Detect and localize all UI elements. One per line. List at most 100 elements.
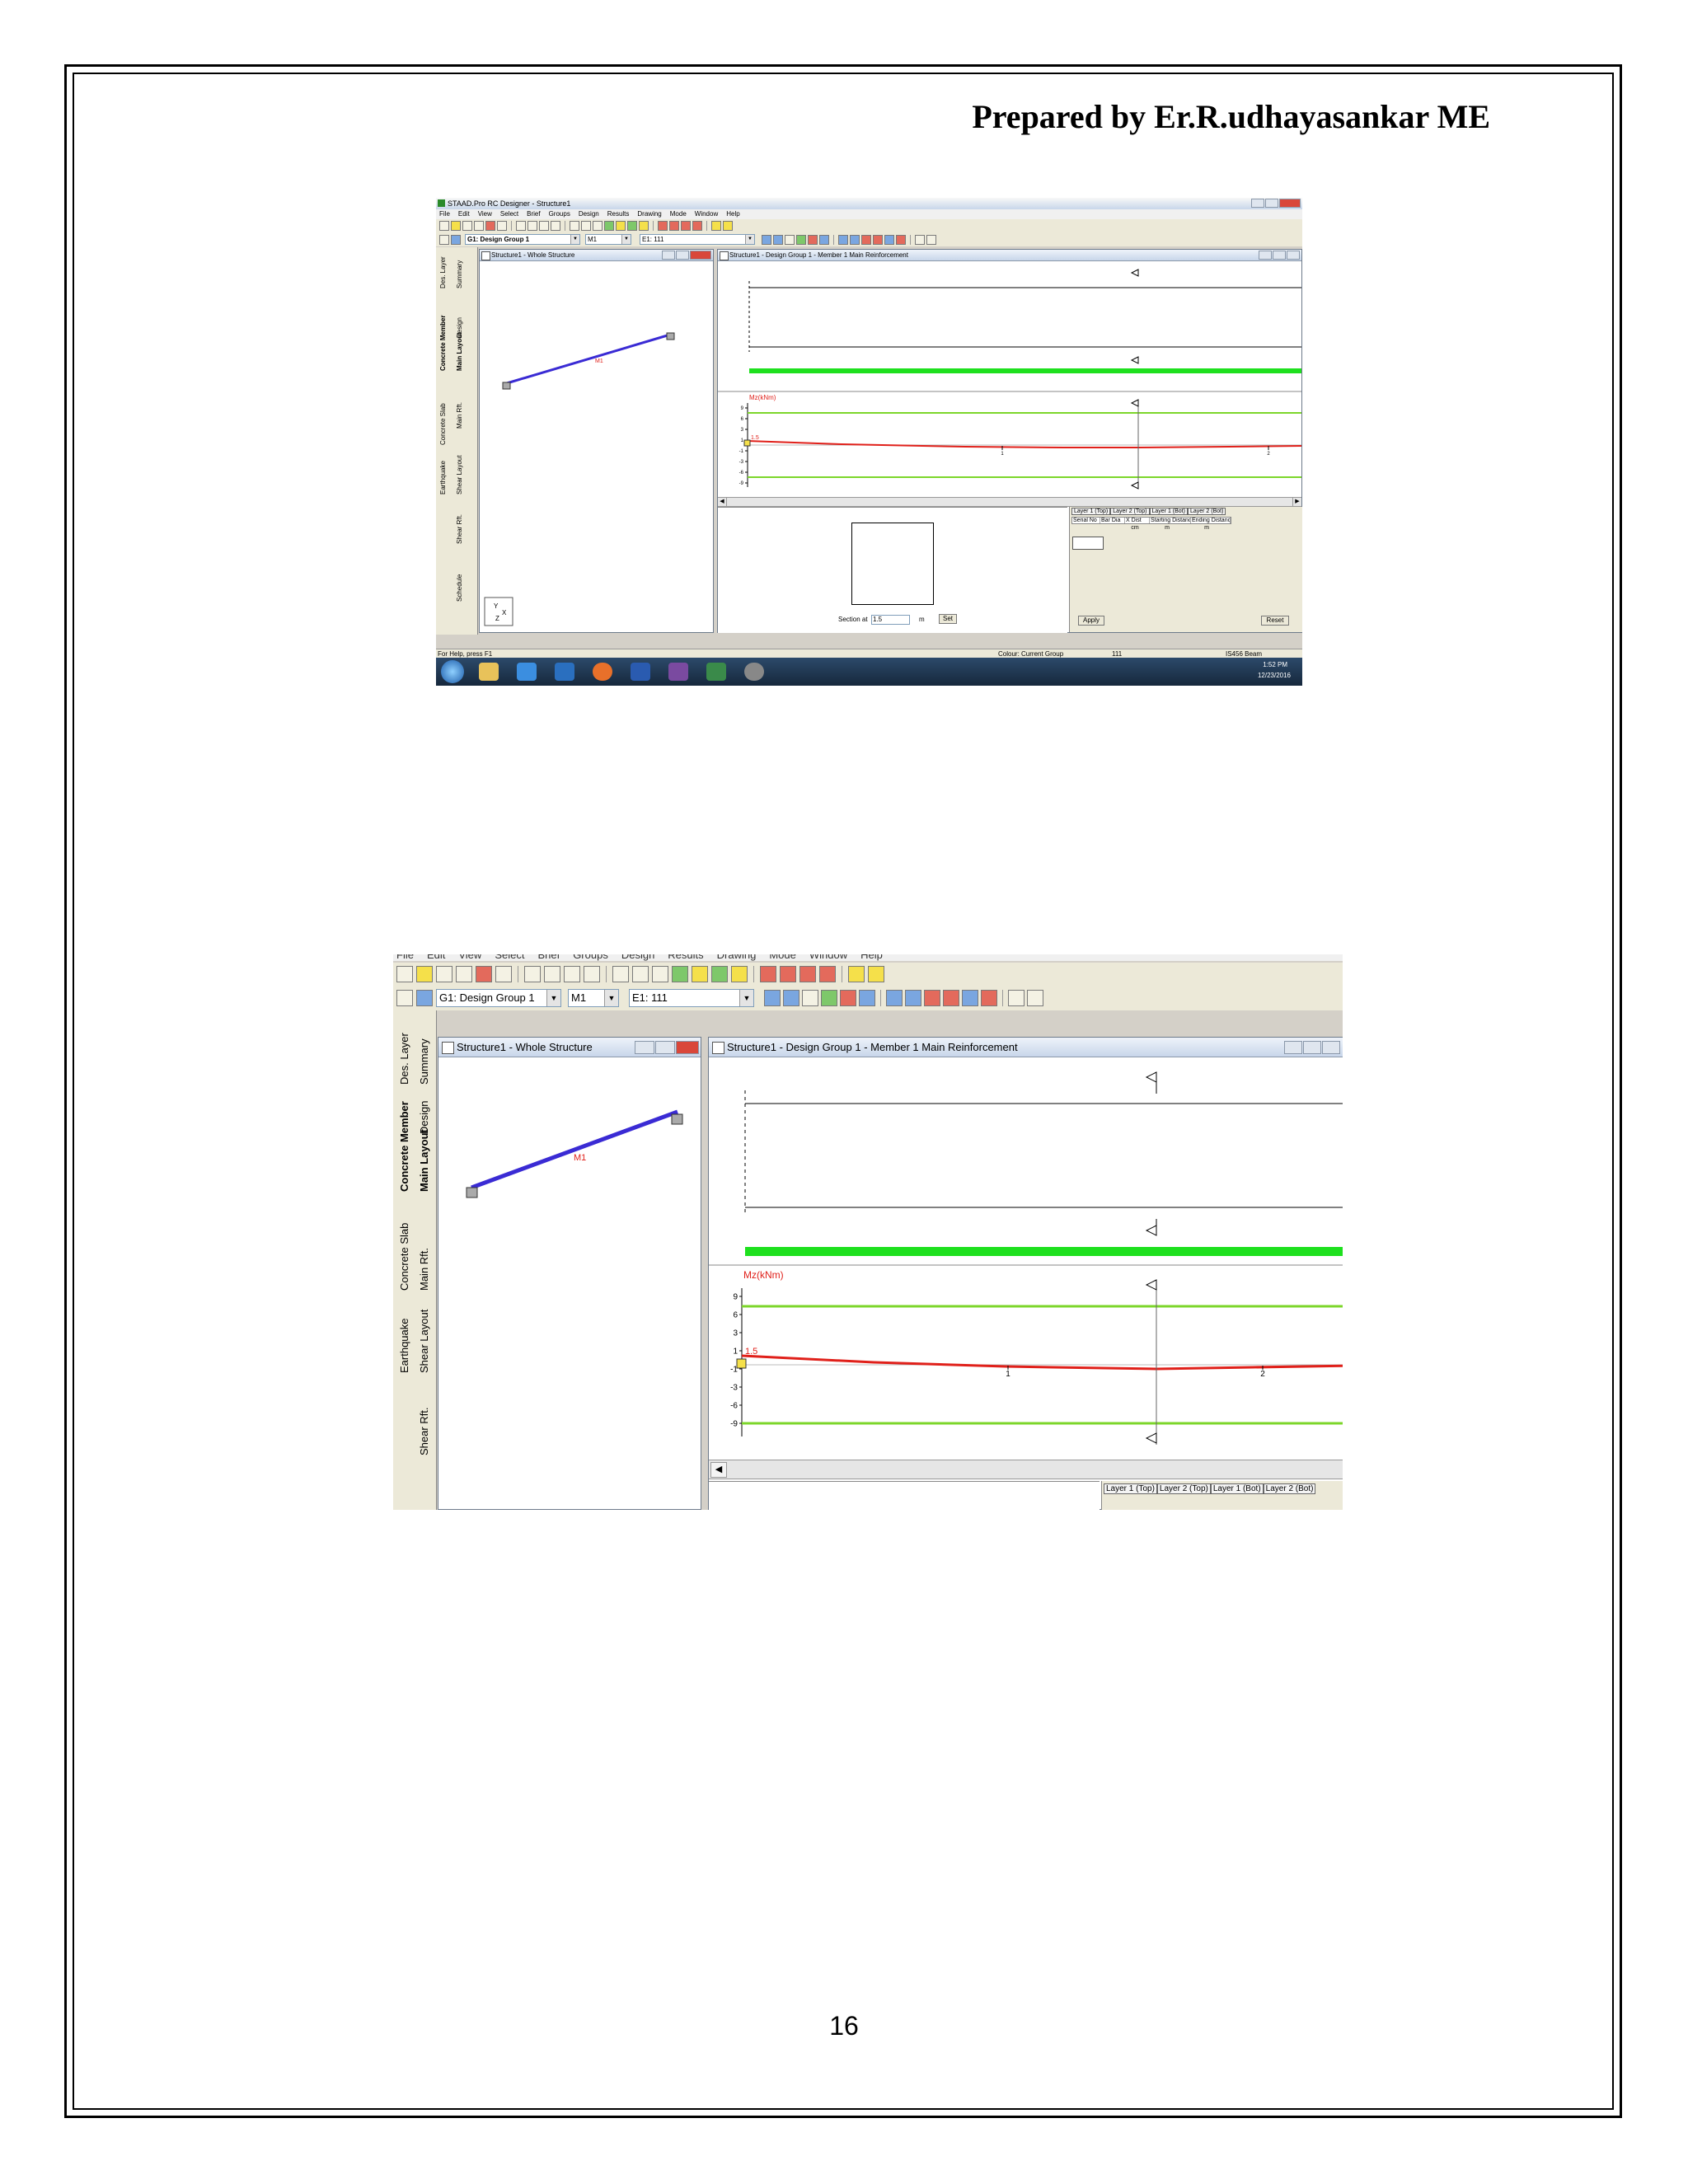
tab-des-layer[interactable]: Des. Layer bbox=[398, 1033, 410, 1085]
maximize-button[interactable] bbox=[1303, 1041, 1321, 1054]
member-select[interactable]: M1 ▼ bbox=[568, 989, 619, 1007]
menu-item-file[interactable]: File bbox=[439, 209, 450, 219]
member-icon[interactable] bbox=[616, 221, 626, 231]
zoom-window-icon[interactable] bbox=[632, 966, 649, 982]
moment-diagram-canvas[interactable]: Mz(kNm) 9 6 3 1 -1 -3 -6 -9 1.5 1 2 bbox=[718, 390, 1301, 495]
grid-header-serial-no[interactable]: Serial No bbox=[1072, 518, 1100, 523]
run-icon[interactable] bbox=[711, 221, 721, 231]
undo-icon[interactable] bbox=[551, 221, 560, 231]
paste-icon[interactable] bbox=[539, 221, 549, 231]
cut-icon[interactable] bbox=[528, 221, 537, 231]
rotate-icon[interactable] bbox=[799, 966, 816, 982]
section-icon[interactable] bbox=[773, 234, 783, 245]
menu-item-edit[interactable]: Edit bbox=[458, 209, 470, 219]
mirror-icon[interactable] bbox=[692, 221, 702, 231]
tab-main-rft[interactable]: Main Rft. bbox=[456, 402, 463, 429]
copy-icon[interactable] bbox=[524, 966, 541, 982]
menu-item-results[interactable]: Results bbox=[668, 954, 703, 961]
preview-icon[interactable] bbox=[456, 966, 472, 982]
print-icon[interactable] bbox=[462, 221, 472, 231]
span-icon[interactable] bbox=[762, 234, 771, 245]
tab-shear-rft[interactable]: Shear Rft. bbox=[418, 1407, 430, 1455]
maximize-button[interactable] bbox=[655, 1041, 675, 1054]
rc-designer-icon[interactable] bbox=[706, 663, 726, 681]
beam-icon[interactable] bbox=[627, 221, 637, 231]
menu-item-window[interactable]: Window bbox=[695, 209, 718, 219]
envelope-select[interactable]: E1: 111 ▼ bbox=[629, 989, 754, 1007]
tab-des-layer[interactable]: Des. Layer bbox=[439, 256, 447, 288]
layer-tab-layer-2-top[interactable]: Layer 2 (Top) bbox=[1156, 1483, 1211, 1494]
apply-button[interactable]: Apply bbox=[1078, 616, 1104, 626]
scroll-left-icon[interactable]: ◀ bbox=[710, 1462, 727, 1478]
menu-item-edit[interactable]: Edit bbox=[427, 954, 445, 961]
support-node-end[interactable] bbox=[666, 332, 675, 340]
clear-icon[interactable] bbox=[896, 234, 906, 245]
tab-schedule[interactable]: Schedule bbox=[456, 574, 463, 602]
stirrup-icon[interactable] bbox=[808, 234, 818, 245]
scroll-left-icon[interactable]: ◀ bbox=[718, 498, 727, 506]
tab-main-rft[interactable]: Main Rft. bbox=[418, 1248, 430, 1291]
tab-earthquake[interactable]: Earthquake bbox=[439, 461, 447, 494]
minimize-button[interactable] bbox=[1259, 251, 1272, 260]
menu-item-groups[interactable]: Groups bbox=[573, 954, 608, 961]
menu-item-drawing[interactable]: Drawing bbox=[717, 954, 757, 961]
menu-item-view[interactable]: View bbox=[458, 954, 481, 961]
section-icon[interactable] bbox=[783, 990, 799, 1006]
maximize-button[interactable] bbox=[1273, 251, 1286, 260]
menu-item-design[interactable]: Design bbox=[621, 954, 654, 961]
print-icon[interactable] bbox=[436, 966, 452, 982]
table-icon[interactable] bbox=[838, 234, 848, 245]
minimize-button[interactable] bbox=[1251, 199, 1264, 208]
file-explorer-icon[interactable] bbox=[479, 663, 499, 681]
zoom-in-icon[interactable] bbox=[570, 221, 579, 231]
elevation-icon[interactable] bbox=[859, 990, 875, 1006]
tab-earthquake[interactable]: Earthquake bbox=[398, 1319, 410, 1374]
structure-view-icon[interactable] bbox=[416, 990, 433, 1006]
beam-layout-canvas[interactable] bbox=[718, 261, 1301, 389]
menu-item-groups[interactable]: Groups bbox=[549, 209, 570, 219]
structure-canvas[interactable]: M1 Y Z X bbox=[480, 261, 713, 632]
member-line[interactable] bbox=[471, 1109, 678, 1190]
link-icon[interactable] bbox=[796, 234, 806, 245]
minimize-button[interactable] bbox=[662, 251, 675, 260]
open-icon[interactable] bbox=[439, 221, 449, 231]
tab-main-layout[interactable]: Main Layout bbox=[456, 332, 463, 371]
grid-row-editor[interactable] bbox=[1072, 537, 1104, 550]
start-button-icon[interactable] bbox=[441, 660, 464, 683]
close-button[interactable] bbox=[1287, 251, 1300, 260]
horizontal-scrollbar[interactable]: ◀ bbox=[709, 1460, 1343, 1479]
layer-icon[interactable] bbox=[905, 990, 921, 1006]
group-icon[interactable] bbox=[604, 221, 614, 231]
column-icon[interactable] bbox=[731, 966, 748, 982]
copy-layer-icon[interactable] bbox=[873, 234, 883, 245]
delete-icon[interactable] bbox=[924, 990, 940, 1006]
menu-item-drawing[interactable]: Drawing bbox=[637, 209, 661, 219]
menu-item-window[interactable]: Window bbox=[809, 954, 847, 961]
menu-item-mode[interactable]: Mode bbox=[670, 209, 687, 219]
run-icon[interactable] bbox=[848, 966, 865, 982]
table-icon[interactable] bbox=[886, 990, 903, 1006]
close-button[interactable] bbox=[1322, 1041, 1340, 1054]
minus-icon[interactable] bbox=[723, 221, 733, 231]
layer-tab-layer-1-bot[interactable]: Layer 1 (Bot) bbox=[1149, 508, 1188, 515]
column-icon[interactable] bbox=[639, 221, 649, 231]
menu-item-results[interactable]: Results bbox=[607, 209, 630, 219]
internet-explorer-icon[interactable] bbox=[517, 663, 537, 681]
member-line[interactable] bbox=[506, 333, 671, 385]
zoom-window-icon[interactable] bbox=[581, 221, 591, 231]
zoom-out-icon[interactable] bbox=[593, 221, 603, 231]
firefox-icon[interactable] bbox=[593, 663, 612, 681]
tab-summary[interactable]: Summary bbox=[456, 260, 463, 288]
support-node-end[interactable] bbox=[671, 1113, 683, 1125]
span-icon[interactable] bbox=[764, 990, 781, 1006]
structure-view-icon[interactable] bbox=[451, 234, 461, 245]
maximize-button[interactable] bbox=[676, 251, 689, 260]
layer-tab-layer-1-bot[interactable]: Layer 1 (Bot) bbox=[1210, 1483, 1264, 1494]
menu-item-select[interactable]: Select bbox=[495, 954, 524, 961]
envelope-select[interactable]: E1: 111 ▼ bbox=[640, 234, 755, 245]
zoom-layer-icon[interactable] bbox=[962, 990, 978, 1006]
grid-header-bar-dia[interactable]: Bar Dia bbox=[1100, 518, 1125, 523]
mirror-icon[interactable] bbox=[819, 966, 836, 982]
chrome-icon[interactable] bbox=[744, 663, 764, 681]
delete-icon[interactable] bbox=[861, 234, 871, 245]
